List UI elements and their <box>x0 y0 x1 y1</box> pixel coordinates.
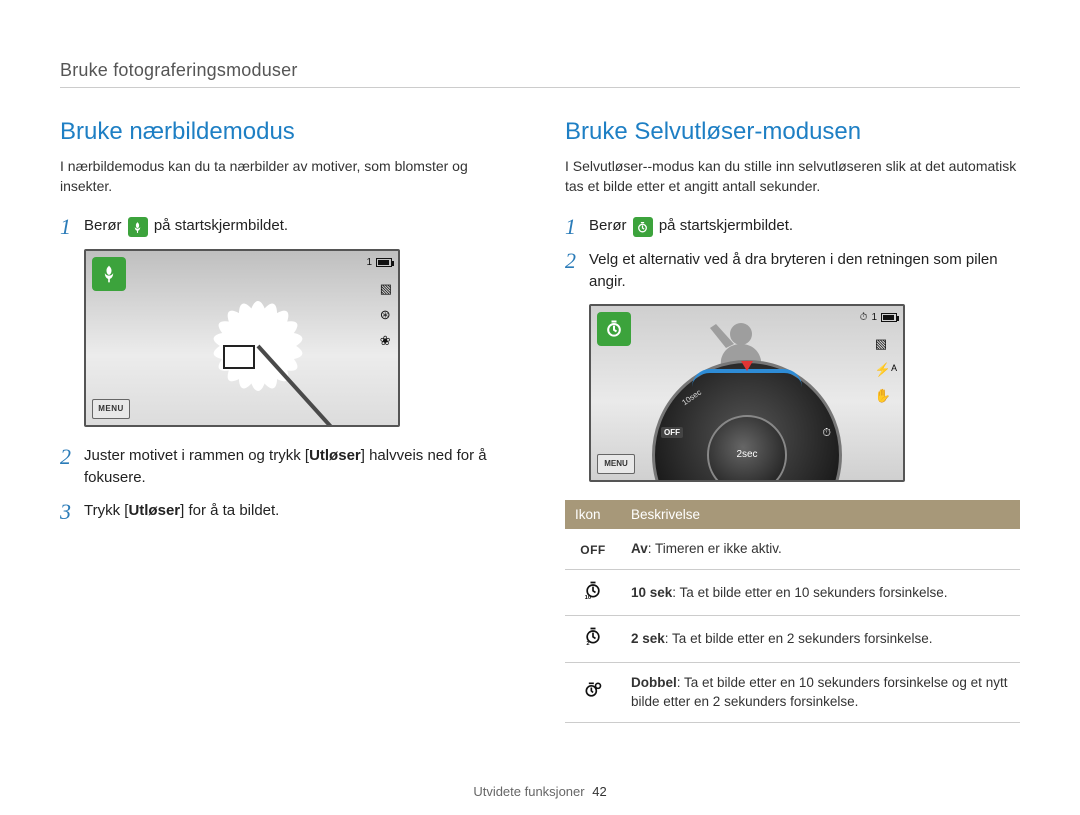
closeup-screen-mock: 1 ▧ ⊛ ❀ <box>84 249 400 427</box>
tulip-icon <box>99 264 119 284</box>
table-row: 2 2 sek: Ta et bilde etter en 2 sekunder… <box>565 616 1020 662</box>
step-text: Berør på startskjermbildet. <box>84 215 288 238</box>
screen-right-icons: ▧ ⊛ ❀ <box>380 281 392 349</box>
r-step1-pre: Berør <box>589 217 631 234</box>
screen-right-icons: ▧ ⚡ᴬ ✋ <box>875 336 897 404</box>
timer-icon <box>633 217 653 237</box>
macro-icon: ❀ <box>380 333 392 349</box>
breadcrumb: Bruke fotograferingsmoduser <box>60 60 1020 88</box>
flash-icon: ⊛ <box>380 307 392 323</box>
table-row: 10 10 sek: Ta et bilde etter en 10 sekun… <box>565 570 1020 616</box>
screen-top-right: ⏱ 1 <box>860 312 897 323</box>
table-row: OFF Av: Timeren er ikke aktiv. <box>565 529 1020 570</box>
step-number: 2 <box>565 249 589 273</box>
step1-post: på startskjermbildet. <box>154 217 288 234</box>
step-number: 3 <box>60 500 84 524</box>
battery-icon <box>881 313 897 322</box>
closeup-heading: Bruke nærbildemodus <box>60 118 515 146</box>
stabilizer-icon: ✋ <box>875 388 897 404</box>
selftimer-heading: Bruke Selvutløser-modusen <box>565 118 1020 146</box>
closeup-intro: I nærbildemodus kan du ta nærbilder av m… <box>60 156 515 197</box>
desc-double: Dobbel: Ta et bilde etter en 10 sekunder… <box>621 662 1020 722</box>
dial-center: 2sec <box>707 415 787 482</box>
shot-count: 1 <box>871 312 877 323</box>
step3-post: ] for å ta bildet. <box>180 502 279 519</box>
selftimer-step-2: 2 Velg et alternativ ved å dra bryteren … <box>565 249 1020 294</box>
desc-off: Av: Timeren er ikke aktiv. <box>621 529 1020 570</box>
manual-page: Bruke fotograferingsmoduser Bruke nærbil… <box>0 0 1080 743</box>
exposure-icon: ▧ <box>875 336 897 352</box>
table-row: Dobbel: Ta et bilde etter en 10 sekunder… <box>565 662 1020 722</box>
icon-off: OFF <box>565 529 621 570</box>
dial-double-icon: ⏱ <box>822 427 831 440</box>
svg-text:10: 10 <box>585 595 591 600</box>
selftimer-intro: I Selvutløser--modus kan du stille inn s… <box>565 156 1020 197</box>
dial-label-off: OFF <box>661 427 683 438</box>
mode-chip-timer <box>597 312 631 346</box>
dial-arc <box>692 369 802 387</box>
closeup-step-3: 3 Trykk [Utløser] for å ta bildet. <box>60 500 515 524</box>
flash-auto-icon: ⚡ᴬ <box>875 362 897 378</box>
desc-2sec: 2 sek: Ta et bilde etter en 2 sekunders … <box>621 616 1020 662</box>
exposure-icon: ▧ <box>380 281 392 297</box>
autofocus-box <box>223 345 255 369</box>
step1-pre: Berør <box>84 217 126 234</box>
timer-options-table: Ikon Beskrivelse OFF Av: Timeren er ikke… <box>565 500 1020 723</box>
right-column: Bruke Selvutløser-modusen I Selvutløser-… <box>565 118 1020 723</box>
dial-label-10sec: 10sec <box>680 387 703 407</box>
step-text: Trykk [Utløser] for å ta bildet. <box>84 500 279 523</box>
mode-chip-tulip <box>92 257 126 291</box>
menu-button: MENU <box>597 454 635 474</box>
step3-pre: Trykk [ <box>84 502 128 519</box>
menu-button: MENU <box>92 399 130 419</box>
dial-marker <box>741 361 753 371</box>
page-footer: Utvidete funksjoner 42 <box>0 784 1080 799</box>
step2-pre: Juster motivet i rammen og trykk [ <box>84 447 309 464</box>
selftimer-screen-mock: ⏱ 1 ▧ ⚡ᴬ ✋ 10sec OFF <box>589 304 905 482</box>
tulip-icon <box>128 217 148 237</box>
step3-bold: Utløser <box>128 502 180 519</box>
closeup-step-2: 2 Juster motivet i rammen og trykk [Utlø… <box>60 445 515 490</box>
step-text: Berør på startskjermbildet. <box>589 215 793 238</box>
th-icon: Ikon <box>565 500 621 529</box>
closeup-step-1: 1 Berør på startskjermbildet. <box>60 215 515 239</box>
shot-count: 1 <box>366 257 372 268</box>
step-number: 1 <box>60 215 84 239</box>
left-column: Bruke nærbildemodus I nærbildemodus kan … <box>60 118 515 723</box>
selftimer-step-1: 1 Berør på startskjermbildet. <box>565 215 1020 239</box>
timer-mini-icon: ⏱ <box>860 312 868 323</box>
step-text: Juster motivet i rammen og trykk [Utløse… <box>84 445 515 490</box>
timer-icon <box>604 319 624 339</box>
battery-icon <box>376 258 392 267</box>
r-step1-post: på startskjermbildet. <box>659 217 793 234</box>
content-columns: Bruke nærbildemodus I nærbildemodus kan … <box>60 118 1020 723</box>
step2-bold: Utløser <box>309 447 361 464</box>
footer-section: Utvidete funksjoner <box>473 784 584 799</box>
th-desc: Beskrivelse <box>621 500 1020 529</box>
step-text: Velg et alternativ ved å dra bryteren i … <box>589 249 1020 294</box>
icon-2sec: 2 <box>565 616 621 662</box>
step-number: 2 <box>60 445 84 469</box>
step-number: 1 <box>565 215 589 239</box>
icon-10sec: 10 <box>565 570 621 616</box>
desc-10sec: 10 sek: Ta et bilde etter en 10 sekunder… <box>621 570 1020 616</box>
flower-graphic <box>163 261 353 426</box>
screen-top-right: 1 <box>366 257 392 268</box>
timer-dial: 10sec OFF ⏱ 2sec <box>652 360 842 482</box>
icon-double <box>565 662 621 722</box>
footer-page-number: 42 <box>592 784 606 799</box>
